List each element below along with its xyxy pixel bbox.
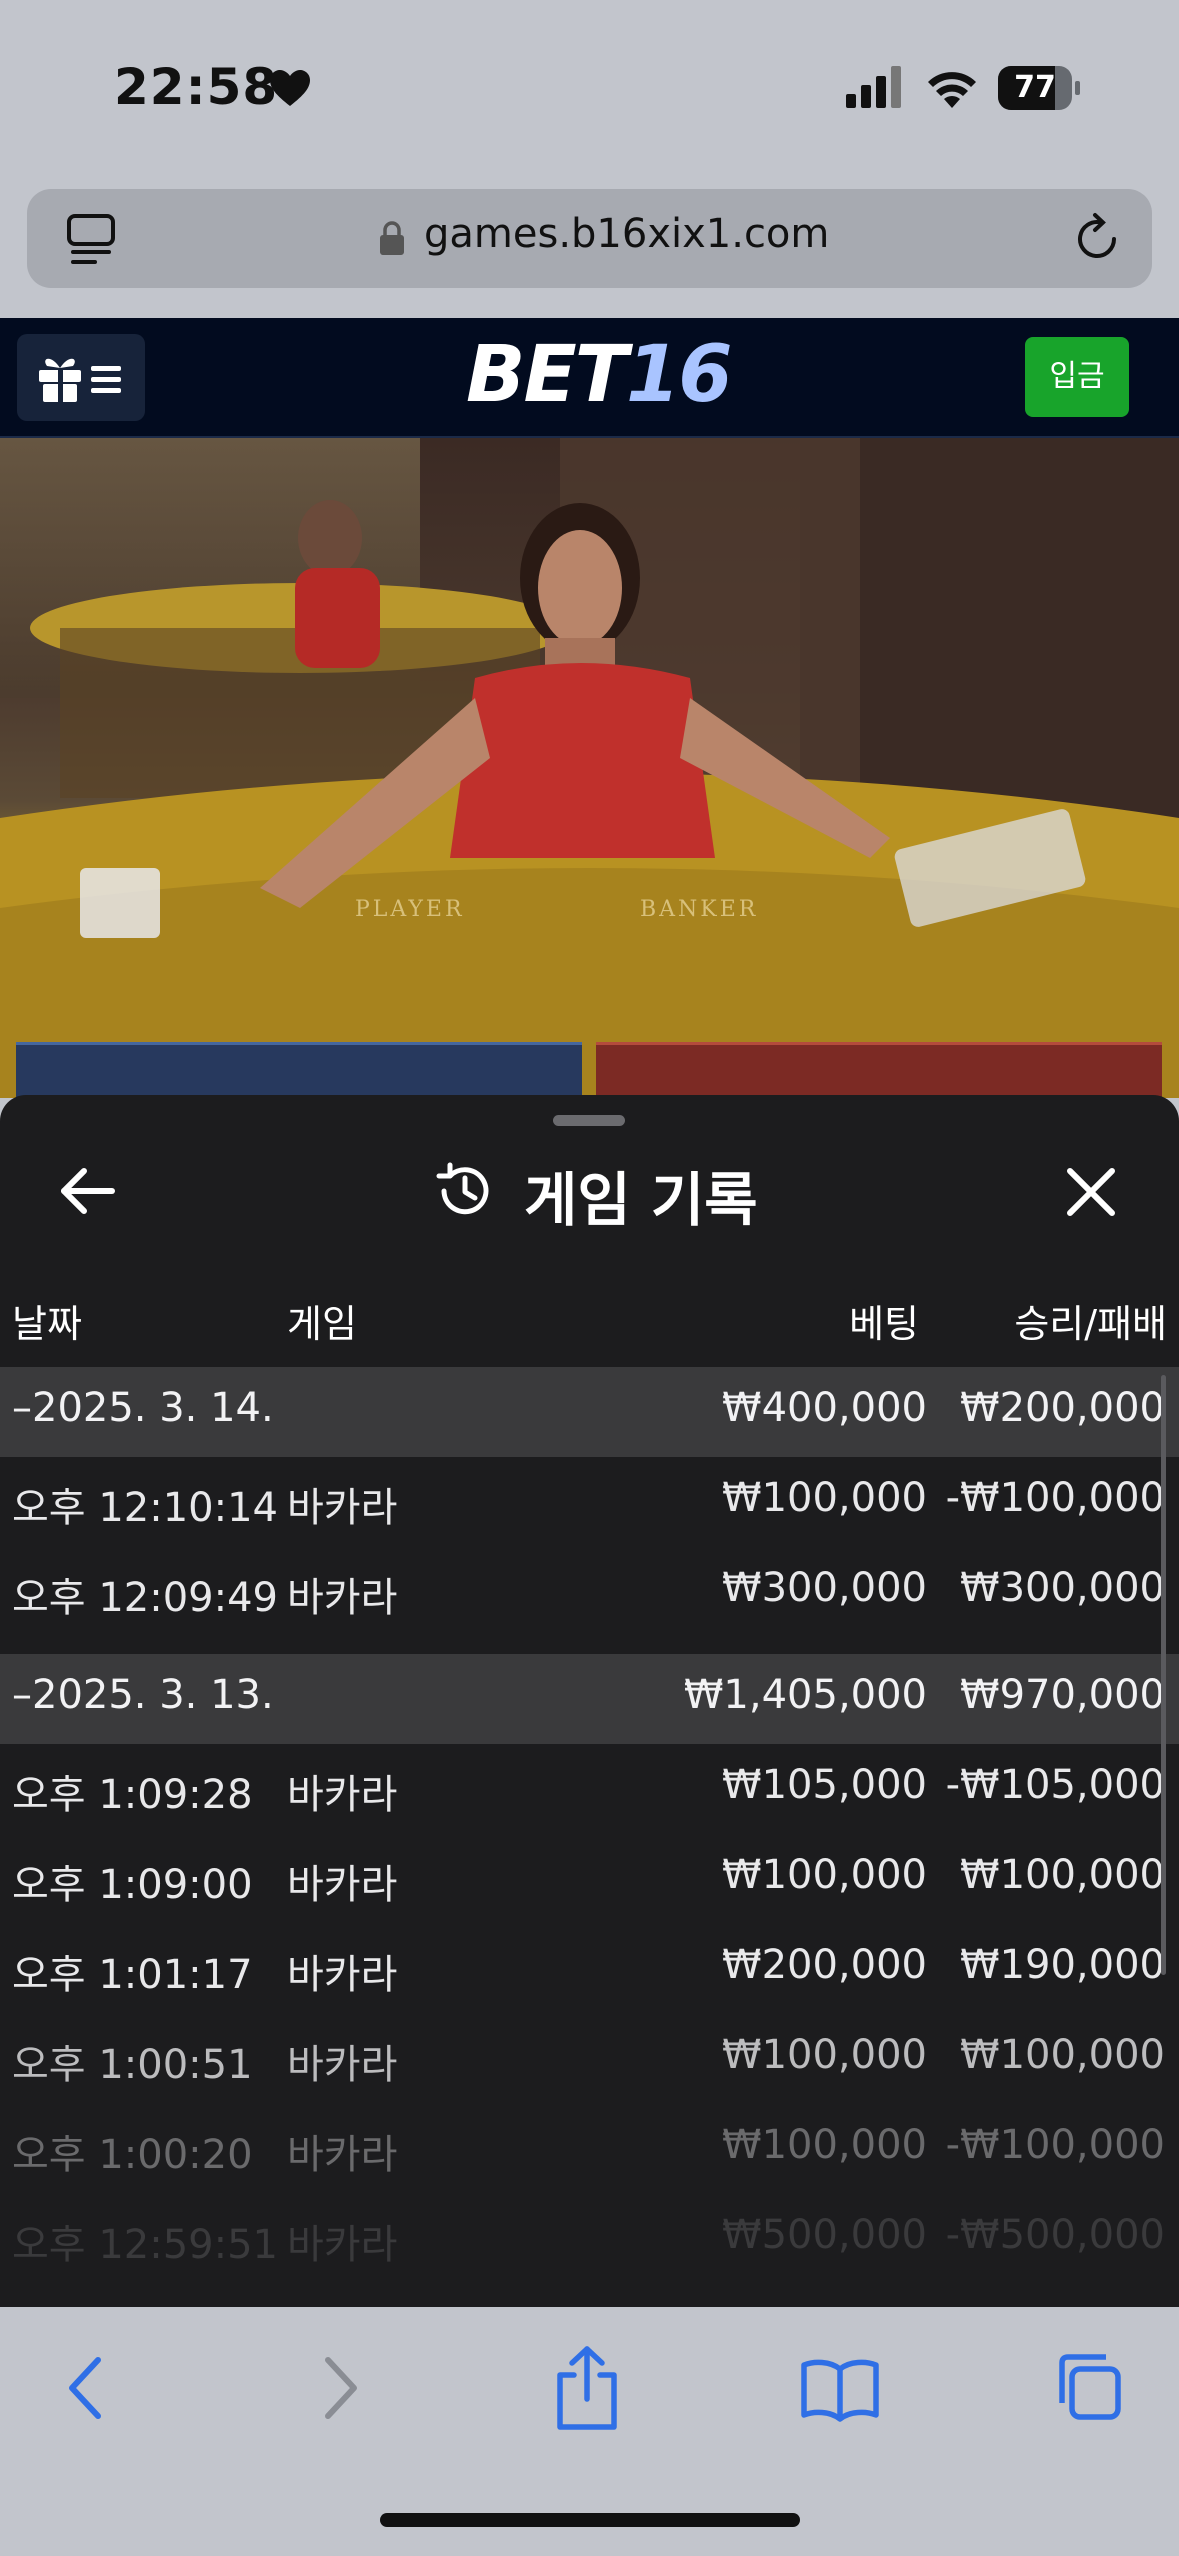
address-bar[interactable]: games.b16xix1.com (27, 189, 1152, 288)
date-group-row[interactable]: –2025. 3. 14. ₩400,000 ₩200,000 (0, 1367, 1179, 1457)
site-header: BET16 입금 (0, 318, 1179, 438)
game-history-sheet: 게임 기록 날짜 게임 베팅 승리/패배 –2025. 3. 14. ₩400,… (0, 1095, 1179, 2307)
history-row[interactable]: 오후 1:00:20 바카라 ₩100,000 -₩100,000 (0, 2104, 1179, 2194)
gift-icon (39, 358, 81, 404)
tab-overview-icon[interactable] (1052, 2351, 1124, 2423)
row-win-loss: ₩100,000 (960, 1852, 1165, 1898)
bookmarks-icon[interactable] (800, 2355, 880, 2423)
group-bet-total: ₩1,405,000 (683, 1672, 927, 1718)
deposit-button[interactable]: 입금 (1025, 337, 1129, 417)
dealer-scene-image: PLAYER BANKER (0, 438, 1179, 1098)
history-row[interactable]: 오후 1:09:00 바카라 ₩100,000 ₩100,000 (0, 1834, 1179, 1924)
history-row[interactable]: 오후 1:00:51 바카라 ₩100,000 ₩100,000 (0, 2014, 1179, 2104)
column-header-win-loss: 승리/패배 (1014, 1302, 1167, 1346)
row-time: 오후 1:01:17 (12, 1952, 253, 1998)
back-icon[interactable] (62, 2352, 108, 2424)
group-date: –2025. 3. 14. (12, 1385, 274, 1431)
row-time: 오후 1:00:20 (12, 2132, 253, 2178)
column-header-bet: 베팅 (849, 1302, 919, 1346)
gift-menu-icon (39, 358, 121, 404)
row-bet: ₩500,000 (722, 2212, 927, 2258)
row-win-loss: ₩300,000 (960, 1565, 1165, 1611)
live-dealer-video: PLAYER BANKER (0, 438, 1179, 1098)
close-icon[interactable] (1064, 1165, 1118, 1219)
row-time: 오후 12:59:51 (12, 2222, 278, 2268)
column-header-date: 날짜 (12, 1302, 82, 1346)
date-group-row[interactable]: –2025. 3. 13. ₩1,405,000 ₩970,000 (0, 1654, 1179, 1744)
row-time: 오후 1:09:28 (12, 1772, 253, 1818)
row-win-loss: -₩100,000 (945, 2122, 1165, 2168)
row-win-loss: -₩500,000 (945, 2212, 1165, 2258)
wifi-icon (928, 72, 976, 108)
history-icon (436, 1162, 489, 1215)
row-win-loss: ₩100,000 (960, 2032, 1165, 2078)
history-row[interactable]: 오후 1:09:28 바카라 ₩105,000 -₩105,000 (0, 1744, 1179, 1834)
row-game: 바카라 (287, 1862, 398, 1908)
history-row[interactable]: 오후 12:09:49 바카라 ₩300,000 ₩300,000 (0, 1547, 1179, 1637)
battery-level: 77 (1014, 70, 1056, 105)
share-icon[interactable] (552, 2343, 622, 2433)
row-bet: ₩100,000 (722, 1852, 927, 1898)
menu-button[interactable] (17, 334, 145, 421)
battery-icon: 77 (998, 66, 1080, 110)
status-bar: 22:58 77 (0, 0, 1179, 175)
sheet-scrollbar[interactable] (1161, 1375, 1166, 1975)
history-row[interactable]: 오후 1:01:17 바카라 ₩200,000 ₩190,000 (0, 1924, 1179, 2014)
cellular-signal-icon (846, 66, 901, 108)
url-text[interactable]: games.b16xix1.com (424, 211, 829, 257)
row-game: 바카라 (287, 1772, 398, 1818)
row-bet: ₩100,000 (722, 1475, 927, 1521)
sheet-title: 게임 기록 (524, 1166, 758, 1234)
row-game: 바카라 (287, 2042, 398, 2088)
row-time: 오후 12:10:14 (12, 1485, 278, 1531)
banker-label: BANKER (640, 897, 758, 922)
tabs-icon[interactable] (65, 212, 117, 266)
sheet-grabber[interactable] (553, 1115, 625, 1126)
reload-icon[interactable] (1071, 211, 1125, 267)
row-bet: ₩105,000 (722, 1762, 927, 1808)
row-game: 바카라 (287, 1485, 398, 1531)
history-row[interactable]: 오후 12:10:14 바카라 ₩100,000 -₩100,000 (0, 1457, 1179, 1547)
row-game: 바카라 (287, 2222, 398, 2268)
history-row[interactable]: 오후 12:59:51 바카라 ₩500,000 -₩500,000 (0, 2194, 1179, 2284)
row-bet: ₩100,000 (722, 2032, 927, 2078)
lock-icon (380, 221, 404, 255)
row-win-loss: -₩105,000 (945, 1762, 1165, 1808)
player-label: PLAYER (355, 897, 465, 922)
column-header-game: 게임 (287, 1302, 357, 1346)
row-win-loss: -₩100,000 (945, 1475, 1165, 1521)
group-bet-total: ₩400,000 (722, 1385, 927, 1431)
heart-icon (270, 70, 310, 106)
row-game: 바카라 (287, 1952, 398, 1998)
back-arrow-icon[interactable] (58, 1165, 118, 1217)
status-time: 22:58 (114, 58, 279, 116)
menu-icon (91, 366, 121, 393)
row-bet: ₩300,000 (722, 1565, 927, 1611)
row-game: 바카라 (287, 1575, 398, 1621)
site-logo[interactable]: BET16 (466, 330, 732, 420)
row-bet: ₩200,000 (722, 1942, 927, 1988)
row-time: 오후 1:00:51 (12, 2042, 253, 2088)
home-indicator[interactable] (380, 2513, 800, 2527)
row-bet: ₩100,000 (722, 2122, 927, 2168)
row-time: 오후 12:09:49 (12, 1575, 278, 1621)
group-win-total: ₩200,000 (960, 1385, 1165, 1431)
row-time: 오후 1:09:00 (12, 1862, 253, 1908)
row-game: 바카라 (287, 2132, 398, 2178)
row-win-loss: ₩190,000 (960, 1942, 1165, 1988)
group-win-total: ₩970,000 (960, 1672, 1165, 1718)
group-date: –2025. 3. 13. (12, 1672, 274, 1718)
forward-icon[interactable] (318, 2352, 364, 2424)
